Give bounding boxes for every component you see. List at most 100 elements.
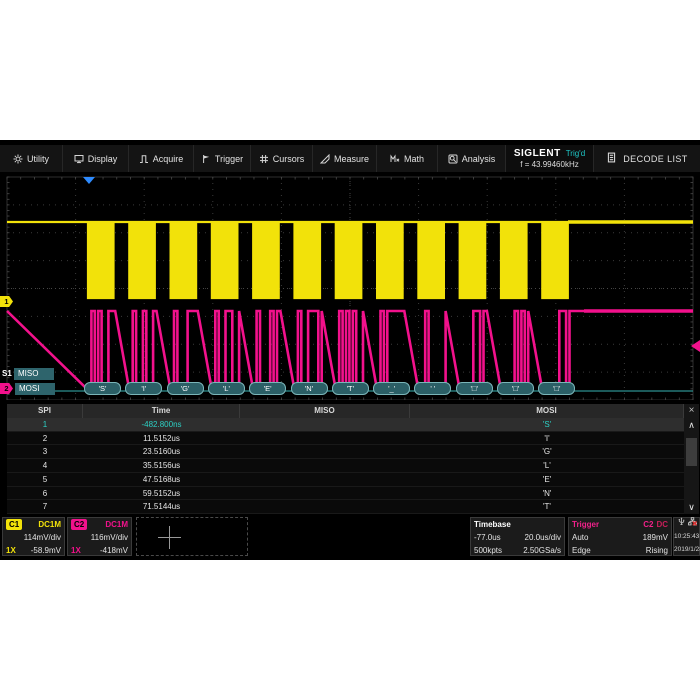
menu-item-label: Analysis	[462, 154, 496, 164]
menu-item-display[interactable]: Display	[63, 145, 129, 172]
menu-bar: Utility Display Acquire Trigger Cursors Measu…	[0, 145, 700, 172]
table-row[interactable]: 547.5168us'E'	[7, 473, 684, 487]
menu-item-analysis[interactable]: Analysis	[438, 145, 506, 172]
channel-attenuation: 1X	[6, 544, 16, 557]
channel-badge: C1	[6, 519, 22, 530]
table-cell: 7	[7, 500, 83, 513]
table-cell: 1	[7, 418, 83, 431]
channel-box-c1[interactable]: C1DC1M114mV/div1X-58.9mV	[2, 517, 65, 556]
menu-items: Utility Display Acquire Trigger Cursors Measu…	[0, 145, 506, 172]
table-row[interactable]: 1-482.800ns'S'	[7, 418, 684, 432]
decode-table-header: SPITimeMISOMOSI	[7, 404, 684, 418]
decode-bubble: 'G'	[167, 382, 204, 395]
table-row[interactable]: 323.5160us'G'	[7, 445, 684, 459]
waveform-display	[0, 172, 700, 400]
table-row[interactable]: 211.5152us'I'	[7, 432, 684, 446]
menu-item-acquire[interactable]: Acquire	[129, 145, 194, 172]
menu-item-label: Acquire	[153, 154, 184, 164]
oscilloscope-screen: Utility Display Acquire Trigger Cursors Measu…	[0, 140, 700, 560]
clock-box[interactable]: 10:25:43 2019/1/28	[673, 517, 700, 556]
decode-bubble: '□'	[538, 382, 575, 395]
decode-table: SPITimeMISOMOSI 1-482.800ns'S'211.5152us…	[7, 404, 684, 514]
gear-icon	[13, 154, 23, 164]
trigger-level: 189mV	[643, 531, 668, 544]
decode-bubble: '□'	[456, 382, 493, 395]
trigger-title: Trigger	[572, 518, 599, 531]
menu-item-label: Cursors	[273, 154, 305, 164]
table-column-header: MISO	[240, 404, 410, 418]
frequency-counter: f = 43.99460kHz	[520, 160, 578, 169]
add-plus-icon	[169, 526, 170, 549]
clock-date: 2019/1/28	[674, 543, 699, 556]
timebase-title: Timebase	[474, 518, 511, 531]
decode-list-icon-slot	[606, 152, 617, 165]
trigger-slope: Rising	[646, 544, 668, 557]
menu-item-math[interactable]: Math	[377, 145, 438, 172]
table-cell: 2	[7, 432, 83, 445]
table-column-header: Time	[83, 404, 240, 418]
measure-icon	[320, 154, 330, 164]
decode-bubble: '_'	[373, 382, 410, 395]
channel-badge: C2	[71, 519, 87, 530]
trigger-level-marker[interactable]	[691, 340, 700, 352]
table-cell: 'I'	[410, 432, 684, 445]
decode-list-icon	[606, 152, 617, 163]
timebase-scale: 20.0us/div	[525, 531, 561, 544]
menu-item-label: Measure	[334, 154, 369, 164]
table-scrollbar[interactable]: × ∧ ∨	[684, 404, 699, 514]
channel-coupling: DC1M	[105, 518, 128, 531]
table-cell: 23.5160us	[83, 445, 240, 458]
table-cell: 'S'	[410, 418, 684, 431]
table-column-header: SPI	[7, 404, 83, 418]
decode-bubble: 'E'	[249, 382, 286, 395]
table-cell: 'N'	[410, 487, 684, 500]
timebase-box[interactable]: Timebase -77.0us 20.0us/div 500kpts 2.50…	[470, 517, 565, 556]
table-cell	[240, 418, 410, 431]
scrollbar-thumb[interactable]	[686, 438, 697, 466]
add-channel-box[interactable]	[136, 517, 248, 556]
timebase-samplerate: 2.50GSa/s	[523, 544, 561, 557]
menu-item-cursors[interactable]: Cursors	[251, 145, 313, 172]
scroll-up-icon[interactable]: ∧	[684, 418, 699, 432]
c2-mosi-trace	[7, 311, 693, 390]
trigger-source: C2	[643, 520, 653, 529]
table-cell: 'T'	[410, 500, 684, 513]
timebase-delay: -77.0us	[474, 531, 501, 544]
decode-bubble: 'N'	[291, 382, 328, 395]
close-icon[interactable]: ×	[684, 404, 699, 418]
menu-item-label: Trigger	[215, 154, 243, 164]
table-cell: 6	[7, 487, 83, 500]
channel-coupling: DC1M	[38, 518, 61, 531]
decode-bubble: 'I'	[125, 382, 162, 395]
table-cell	[240, 459, 410, 472]
acquire-icon	[139, 154, 149, 164]
bus-miso-label[interactable]: MISO	[14, 368, 54, 380]
bus-mosi-label[interactable]: MOSI	[15, 383, 55, 395]
channel-offset: -418mV	[100, 544, 128, 557]
status-block: SIGLENT Trig'd f = 43.99460kHz	[506, 145, 594, 172]
menu-item-label: Utility	[27, 154, 49, 164]
menu-item-measure[interactable]: Measure	[313, 145, 377, 172]
channel-scale: 116mV/div	[91, 531, 128, 544]
table-cell	[240, 487, 410, 500]
menu-item-utility[interactable]: Utility	[0, 145, 63, 172]
decode-bubble: 'T'	[332, 382, 369, 395]
cursors-icon	[259, 154, 269, 164]
table-row[interactable]: 771.5144us'T'	[7, 500, 684, 514]
usb-icon-slot	[677, 517, 686, 531]
trigger-position-marker[interactable]	[83, 177, 95, 184]
channel-offset: -58.9mV	[31, 544, 61, 557]
channel-attenuation: 1X	[71, 544, 81, 557]
trigger-box[interactable]: Trigger C2DC Auto 189mV Edge Rising	[568, 517, 672, 556]
table-row[interactable]: 659.5152us'N'	[7, 487, 684, 501]
channel-box-c2[interactable]: C2 DC1M116mV/div 1X -418mV	[67, 517, 132, 556]
display-icon	[74, 154, 84, 164]
trigger-type: Edge	[572, 544, 591, 557]
table-cell	[240, 445, 410, 458]
usb-icon	[677, 517, 686, 526]
menu-item-trigger[interactable]: Trigger	[194, 145, 251, 172]
table-column-header: MOSI	[410, 404, 684, 418]
table-row[interactable]: 435.5156us'L'	[7, 459, 684, 473]
scroll-down-icon[interactable]: ∨	[684, 500, 699, 514]
decode-list-button[interactable]: DECODE LIST	[594, 145, 700, 172]
